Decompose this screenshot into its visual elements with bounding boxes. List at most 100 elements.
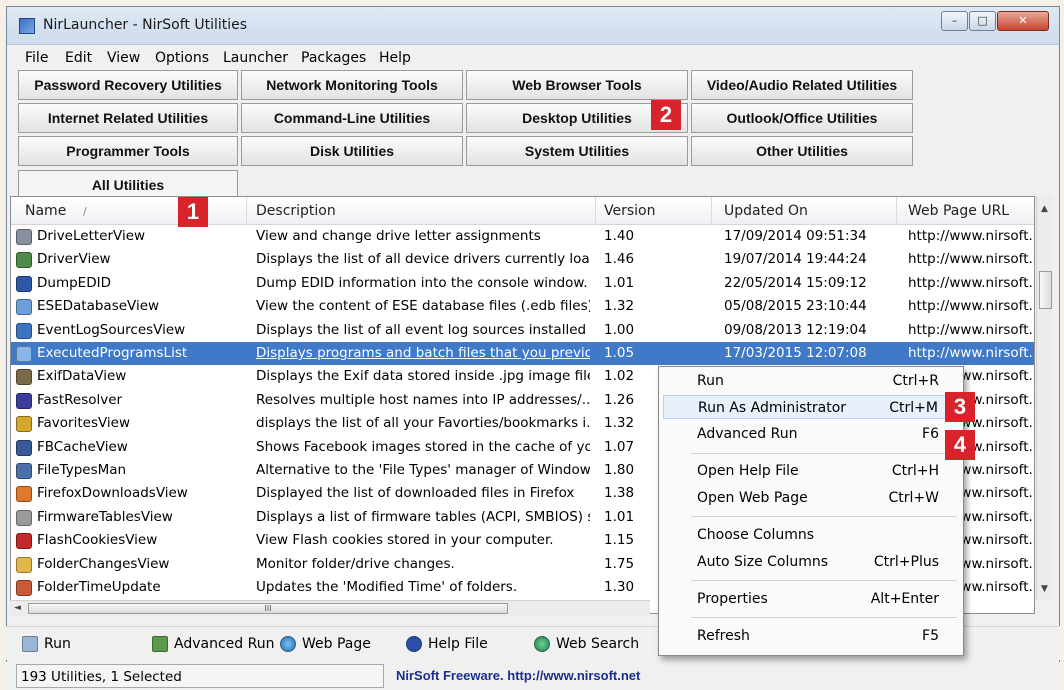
- advanced-run-button[interactable]: Advanced Run: [174, 636, 274, 652]
- utility-icon: [16, 533, 32, 550]
- context-item-shortcut: Ctrl+R: [892, 373, 939, 389]
- column-version[interactable]: Version: [604, 203, 655, 219]
- cell-name: DriveLetterView: [37, 228, 146, 244]
- tab-command-line[interactable]: Command-Line Utilities: [241, 103, 463, 133]
- cell-name: FlashCookiesView: [37, 532, 158, 549]
- tab-programmer-tools[interactable]: Programmer Tools: [18, 136, 238, 166]
- scroll-left-arrow[interactable]: ◄: [14, 603, 21, 613]
- tab-disk[interactable]: Disk Utilities: [241, 136, 463, 166]
- help-file-button[interactable]: Help File: [428, 636, 488, 652]
- tab-system[interactable]: System Utilities: [466, 136, 688, 166]
- web-search-button[interactable]: Web Search: [556, 636, 639, 652]
- vertical-scrollbar[interactable]: ▲ ▼: [1036, 196, 1053, 600]
- table-row[interactable]: ESEDatabaseView View the content of ESE d…: [11, 295, 1035, 318]
- scroll-up-arrow[interactable]: ▲: [1041, 204, 1048, 214]
- cell-name: DriverView: [37, 251, 111, 268]
- context-auto-size-columns[interactable]: Auto Size Columns Ctrl+Plus: [663, 550, 959, 574]
- menu-file[interactable]: File: [25, 50, 48, 66]
- table-row[interactable]: DumpEDID Dump EDID information into the c…: [11, 272, 1034, 295]
- advanced-run-icon: [152, 636, 168, 652]
- context-open-help-file[interactable]: Open Help File Ctrl+H: [663, 459, 959, 483]
- context-properties[interactable]: Properties Alt+Enter: [663, 587, 959, 611]
- menu-bar: File Edit View Options Launcher Packages…: [7, 47, 1059, 69]
- utility-icon: [16, 416, 32, 433]
- status-bar: 193 Utilities, 1 Selected NirSoft Freewa…: [6, 662, 1060, 690]
- tab-password-recovery[interactable]: Password Recovery Utilities: [18, 70, 238, 100]
- web-page-icon: [280, 636, 296, 652]
- cell-version: 1.46: [604, 251, 635, 268]
- column-web-page-url[interactable]: Web Page URL: [908, 203, 1009, 219]
- utility-icon: [16, 439, 32, 456]
- context-item-label: Advanced Run: [697, 426, 798, 442]
- cell-description: Dump EDID information into the console w…: [256, 274, 588, 291]
- tab-network-monitoring[interactable]: Network Monitoring Tools: [241, 70, 463, 100]
- cell-updated-on: 22/05/2014 15:09:12: [724, 274, 867, 291]
- table-row[interactable]: DriveLetterView View and change drive let…: [11, 225, 1034, 248]
- context-separator: [691, 453, 957, 454]
- column-name[interactable]: Name: [25, 203, 66, 219]
- horizontal-scroll-thumb[interactable]: III: [28, 603, 508, 614]
- run-button[interactable]: Run: [44, 636, 71, 652]
- context-item-label: Open Web Page: [697, 490, 808, 506]
- cell-name: DumpEDID: [37, 274, 111, 291]
- menu-options[interactable]: Options: [155, 50, 209, 66]
- tab-all-utilities[interactable]: All Utilities: [18, 170, 238, 197]
- tab-other[interactable]: Other Utilities: [691, 136, 913, 166]
- utility-icon: [16, 556, 32, 573]
- cell-name: FBCacheView: [37, 438, 128, 455]
- utility-icon: [16, 299, 32, 316]
- context-run[interactable]: Run Ctrl+R: [663, 369, 959, 393]
- cell-name: ExifDataView: [37, 368, 127, 385]
- utility-icon: [16, 580, 32, 596]
- horizontal-scrollbar[interactable]: ◄ III: [10, 600, 650, 616]
- close-button[interactable]: ✕: [997, 11, 1049, 31]
- context-run-as-administrator[interactable]: Run As Administrator Ctrl+M: [663, 395, 959, 419]
- cell-name: EventLogSourcesView: [37, 321, 186, 338]
- cell-version: 1.40: [604, 228, 635, 244]
- cell-name: FileTypesMan: [37, 462, 127, 478]
- cell-name: FolderChangesView: [37, 555, 170, 572]
- cell-name: FolderTimeUpdate: [37, 579, 161, 595]
- cell-name: ESEDatabaseView: [37, 298, 160, 315]
- context-refresh[interactable]: Refresh F5: [663, 624, 959, 648]
- context-item-shortcut: Ctrl+Plus: [873, 554, 939, 570]
- cell-name: FavoritesView: [37, 415, 131, 432]
- tab-web-browser[interactable]: Web Browser Tools: [466, 70, 688, 100]
- menu-launcher[interactable]: Launcher: [223, 50, 288, 66]
- scroll-down-arrow[interactable]: ▼: [1041, 584, 1048, 594]
- cell-web-page-url: http://www.nirsoft.n: [908, 251, 1035, 268]
- menu-view[interactable]: View: [107, 50, 140, 66]
- menu-help[interactable]: Help: [379, 50, 411, 66]
- maximize-button[interactable]: □: [969, 11, 996, 31]
- tab-video-audio[interactable]: Video/Audio Related Utilities: [691, 70, 913, 100]
- context-choose-columns[interactable]: Choose Columns: [663, 523, 959, 547]
- table-row[interactable]: DriverView Displays the list of all devic…: [11, 248, 1035, 271]
- badge-1: 1: [178, 197, 208, 227]
- web-search-icon: [534, 636, 550, 652]
- cell-description: View Flash cookies stored in your comput…: [256, 532, 554, 549]
- table-row[interactable]: ExecutedProgramsList Displays programs an…: [11, 342, 1034, 366]
- cell-web-page-url: http://www.nirsoft.n: [908, 298, 1035, 315]
- tab-internet-related[interactable]: Internet Related Utilities: [18, 103, 238, 133]
- context-advanced-run[interactable]: Advanced Run F6: [663, 422, 959, 446]
- vertical-scroll-thumb[interactable]: [1039, 271, 1052, 309]
- context-item-label: Run: [697, 373, 724, 389]
- column-description[interactable]: Description: [256, 203, 336, 219]
- minimize-button[interactable]: –: [941, 11, 968, 31]
- web-page-button[interactable]: Web Page: [302, 636, 371, 652]
- context-separator: [691, 516, 957, 517]
- title-bar[interactable]: NirLauncher - NirSoft Utilities – □ ✕: [7, 7, 1059, 45]
- nirlauncher-app-icon: [19, 18, 35, 34]
- context-separator: [691, 617, 957, 618]
- nirsoft-freeware-link[interactable]: NirSoft Freeware. http://www.nirsoft.net: [396, 668, 640, 683]
- cell-name: FirmwareTablesView: [37, 508, 173, 525]
- menu-edit[interactable]: Edit: [65, 50, 92, 66]
- context-open-web-page[interactable]: Open Web Page Ctrl+W: [663, 486, 959, 510]
- menu-packages[interactable]: Packages: [301, 50, 366, 66]
- tab-outlook-office[interactable]: Outlook/Office Utilities: [691, 103, 913, 133]
- table-row[interactable]: EventLogSourcesView Displays the list of …: [11, 319, 1034, 342]
- utility-icon: [16, 392, 32, 409]
- context-item-label: Refresh: [697, 628, 750, 644]
- column-updated-on[interactable]: Updated On: [724, 203, 808, 219]
- cell-updated-on: 09/08/2013 12:19:04: [724, 321, 867, 338]
